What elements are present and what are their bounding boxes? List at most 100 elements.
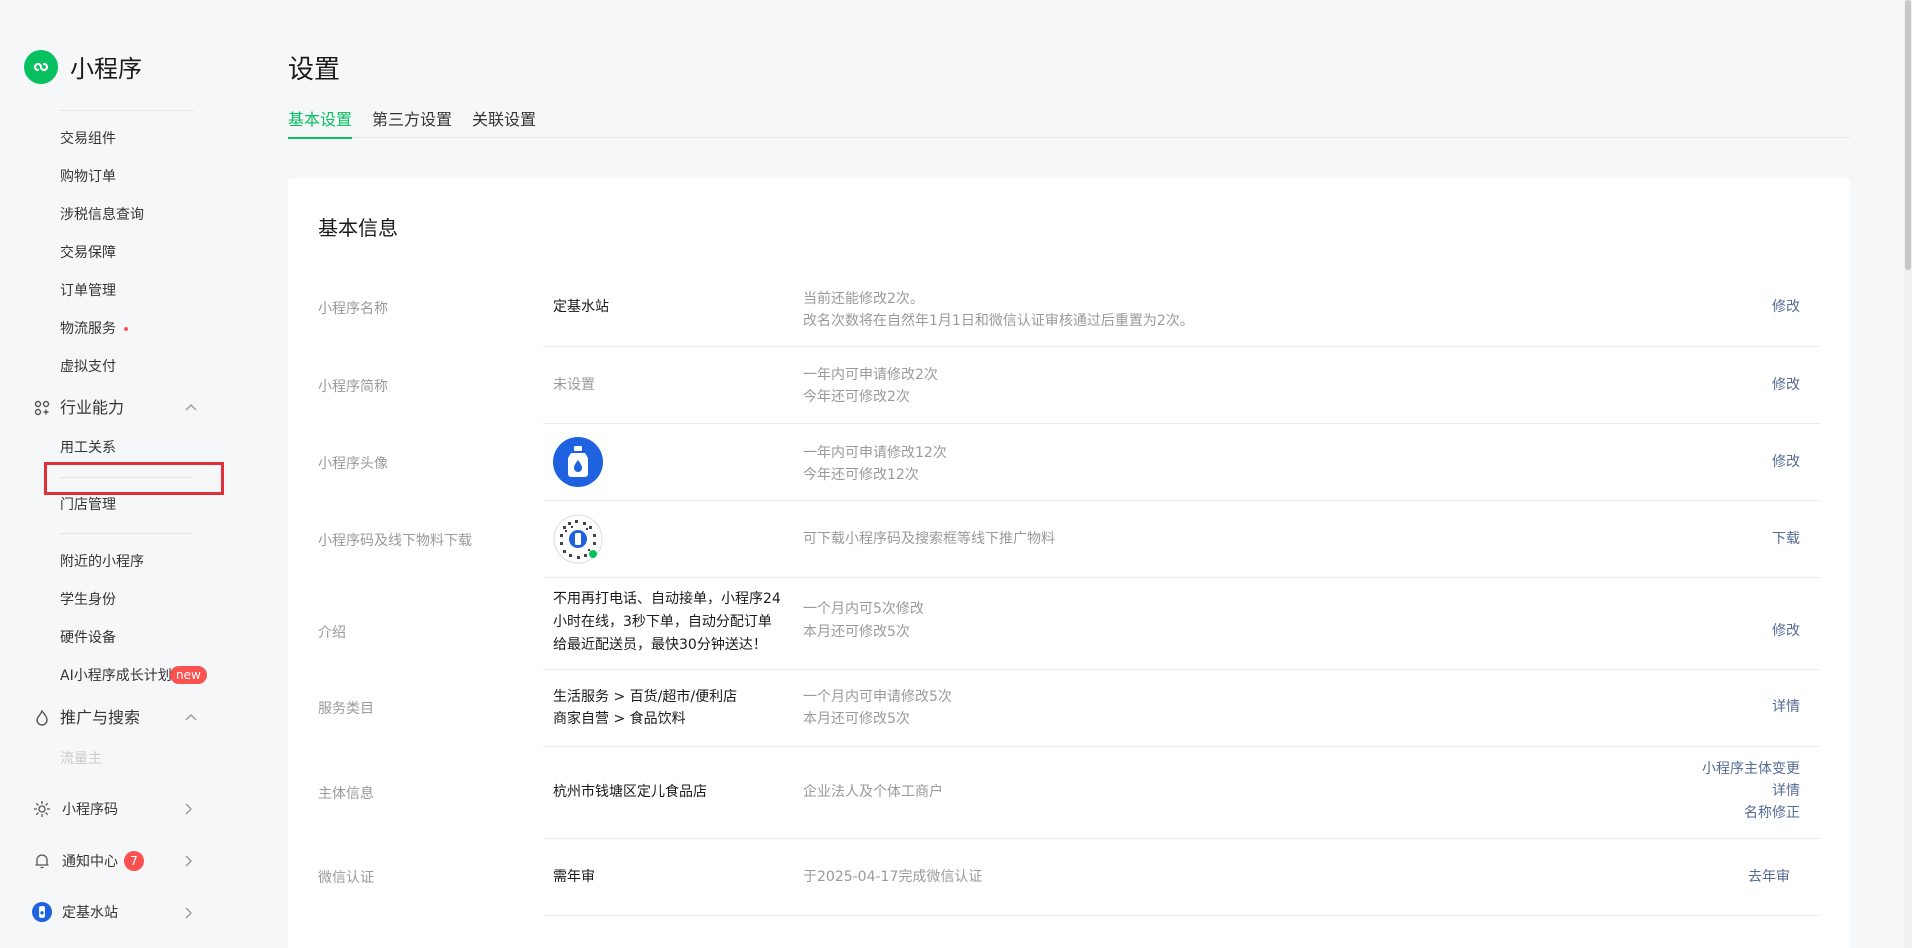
row-desc: 企业法人及个体工商户 xyxy=(803,784,943,800)
download-link[interactable]: 下载 xyxy=(1772,528,1800,550)
highlight-box xyxy=(44,462,224,495)
modify-name-link[interactable]: 修改 xyxy=(1772,296,1800,318)
row-label: 小程序名称 xyxy=(318,301,388,317)
chevron-up-icon[interactable] xyxy=(183,710,199,726)
desc-line: 一个月内可申请修改5次 xyxy=(803,689,952,705)
intro-line: 不用再打电话、自动接单，小程序24 xyxy=(553,591,781,607)
basic-info-card: 基本信息 小程序名称 定基水站 当前还能修改2次。 改名次数将在自然年1月1日和… xyxy=(288,178,1850,948)
sidebar-item-employment[interactable]: 用工关系 xyxy=(60,438,116,458)
name-correction-link[interactable]: 名称修正 xyxy=(1702,802,1800,824)
sidebar-group-label: 推广与搜索 xyxy=(60,708,141,727)
sidebar-notifications[interactable]: 通知中心 7 xyxy=(32,851,144,871)
row-desc: 于2025-04-17完成微信认证 xyxy=(803,869,983,885)
miniprogram-logo-icon xyxy=(24,49,58,84)
notification-count-badge: 7 xyxy=(124,851,144,871)
sidebar-item-trade-component[interactable]: 交易组件 xyxy=(60,129,116,149)
divider xyxy=(543,577,1820,578)
sidebar-account[interactable]: 定基水站 xyxy=(32,902,118,922)
row-value: 不用再打电话、自动接单，小程序24 小时在线，3秒下单，自动分配订单 给最近配送… xyxy=(553,588,793,657)
desc-line: 一年内可申请修改12次 xyxy=(803,445,947,461)
fire-icon xyxy=(32,708,52,728)
sidebar-bottom-label: 小程序码 xyxy=(62,802,118,818)
row-value: 杭州市钱塘区定儿食品店 xyxy=(553,784,707,800)
annual-review-link[interactable]: 去年审 xyxy=(1748,866,1790,888)
chevron-up-icon[interactable] xyxy=(183,400,199,416)
miniprogram-avatar xyxy=(553,437,603,487)
chevron-right-icon[interactable] xyxy=(182,803,194,815)
sidebar-bottom-label: 通知中心 xyxy=(62,854,118,870)
sidebar-bottom-label: 定基水站 xyxy=(62,905,118,921)
sidebar-item-order-management[interactable]: 订单管理 xyxy=(60,281,116,301)
desc-line: 一年内可申请修改2次 xyxy=(803,367,938,383)
row-desc: 当前还能修改2次。 改名次数将在自然年1月1日和微信认证审核通过后重置为2次。 xyxy=(803,288,1194,332)
row-value: 定基水站 xyxy=(553,299,609,315)
divider xyxy=(543,500,1820,501)
category-details-link[interactable]: 详情 xyxy=(1772,696,1800,718)
industry-icon xyxy=(32,398,52,418)
sidebar-item-traffic-owner[interactable]: 流量主 xyxy=(60,749,102,769)
sidebar-item-hardware[interactable]: 硬件设备 xyxy=(60,628,116,648)
tab-basic-settings[interactable]: 基本设置 xyxy=(288,109,353,139)
divider xyxy=(543,346,1820,347)
category-line: 商家自营 > 食品饮料 xyxy=(553,711,686,727)
tab-third-party-settings[interactable]: 第三方设置 xyxy=(372,109,452,137)
divider xyxy=(543,669,1820,670)
sidebar-item-virtual-payment[interactable]: 虚拟支付 xyxy=(60,357,116,377)
row-value: 生活服务 > 百货/超市/便利店 商家自营 > 食品饮料 xyxy=(553,686,737,730)
intro-line: 小时在线，3秒下单，自动分配订单 xyxy=(553,614,772,630)
card-title: 基本信息 xyxy=(318,216,398,240)
avatar xyxy=(32,902,52,922)
entity-details-link[interactable]: 详情 xyxy=(1702,780,1800,802)
desc-line: 一个月内可5次修改 xyxy=(803,601,924,617)
divider xyxy=(543,915,1820,916)
sidebar-item-trade-guarantee[interactable]: 交易保障 xyxy=(60,243,116,263)
row-label: 主体信息 xyxy=(318,786,374,802)
row-desc: 一年内可申请修改12次 今年还可修改12次 xyxy=(803,442,947,486)
row-label: 介绍 xyxy=(318,625,346,641)
sidebar-item-nearby[interactable]: 附近的小程序 xyxy=(60,552,144,572)
sidebar-item-tax-info[interactable]: 涉税信息查询 xyxy=(60,205,144,225)
row-label: 小程序码及线下物料下载 xyxy=(318,533,472,549)
row-desc: 一个月内可申请修改5次 本月还可修改5次 xyxy=(803,686,952,730)
entity-actions: 小程序主体变更 详情 名称修正 xyxy=(1702,758,1800,824)
modify-short-name-link[interactable]: 修改 xyxy=(1772,374,1800,396)
sidebar-item-ai-growth[interactable]: AI小程序成长计划 xyxy=(60,666,172,686)
sidebar-item-student-identity[interactable]: 学生身份 xyxy=(60,590,116,610)
divider xyxy=(60,533,194,534)
sidebar-qrcode[interactable]: 小程序码 xyxy=(32,799,118,819)
intro-line: 给最近配送员，最快30分钟送达！ xyxy=(553,637,767,653)
miniprogram-qrcode xyxy=(553,514,603,571)
divider xyxy=(543,838,1820,839)
water-bottle-icon xyxy=(553,437,603,487)
chevron-right-icon[interactable] xyxy=(182,855,194,867)
sidebar-group-industry[interactable]: 行业能力 xyxy=(32,397,124,419)
desc-line: 本月还可修改5次 xyxy=(803,624,910,640)
divider xyxy=(543,423,1820,424)
info-row-name: 小程序名称 定基水站 当前还能修改2次。 改名次数将在自然年1月1日和微信认证审… xyxy=(288,288,1850,355)
row-label: 服务类目 xyxy=(318,701,374,717)
qrcode-icon xyxy=(553,514,603,564)
modify-intro-link[interactable]: 修改 xyxy=(1772,620,1800,642)
desc-line: 今年还可修改2次 xyxy=(803,389,910,405)
sidebar-item-store-management[interactable]: 门店管理 xyxy=(60,495,116,515)
sidebar-item-logistics[interactable]: 物流服务 xyxy=(60,319,128,339)
tab-bar: 基本设置 第三方设置 关联设置 xyxy=(288,109,1850,139)
new-dot xyxy=(124,327,128,331)
desc-line: 当前还能修改2次。 xyxy=(803,291,924,307)
sidebar-group-promotion[interactable]: 推广与搜索 xyxy=(32,707,140,729)
brand[interactable]: 小程序 xyxy=(24,49,142,84)
scrollbar-thumb[interactable] xyxy=(1905,0,1911,270)
sidebar-item-label: 物流服务 xyxy=(60,321,116,337)
modify-avatar-link[interactable]: 修改 xyxy=(1772,451,1800,473)
desc-line: 本月还可修改5次 xyxy=(803,711,910,727)
row-label: 小程序简称 xyxy=(318,379,388,395)
sidebar-item-shopping-orders[interactable]: 购物订单 xyxy=(60,167,116,187)
chevron-right-icon[interactable] xyxy=(182,907,194,919)
app-title: 小程序 xyxy=(70,55,142,83)
desc-line: 改名次数将在自然年1月1日和微信认证审核通过后重置为2次。 xyxy=(803,313,1194,329)
sidebar: 小程序 交易组件 购物订单 涉税信息查询 交易保障 订单管理 物流服务 虚拟支付… xyxy=(0,0,230,948)
entity-change-link[interactable]: 小程序主体变更 xyxy=(1702,758,1800,780)
new-badge: new xyxy=(170,666,207,684)
row-value: 需年审 xyxy=(553,869,595,885)
tab-related-settings[interactable]: 关联设置 xyxy=(472,109,536,137)
